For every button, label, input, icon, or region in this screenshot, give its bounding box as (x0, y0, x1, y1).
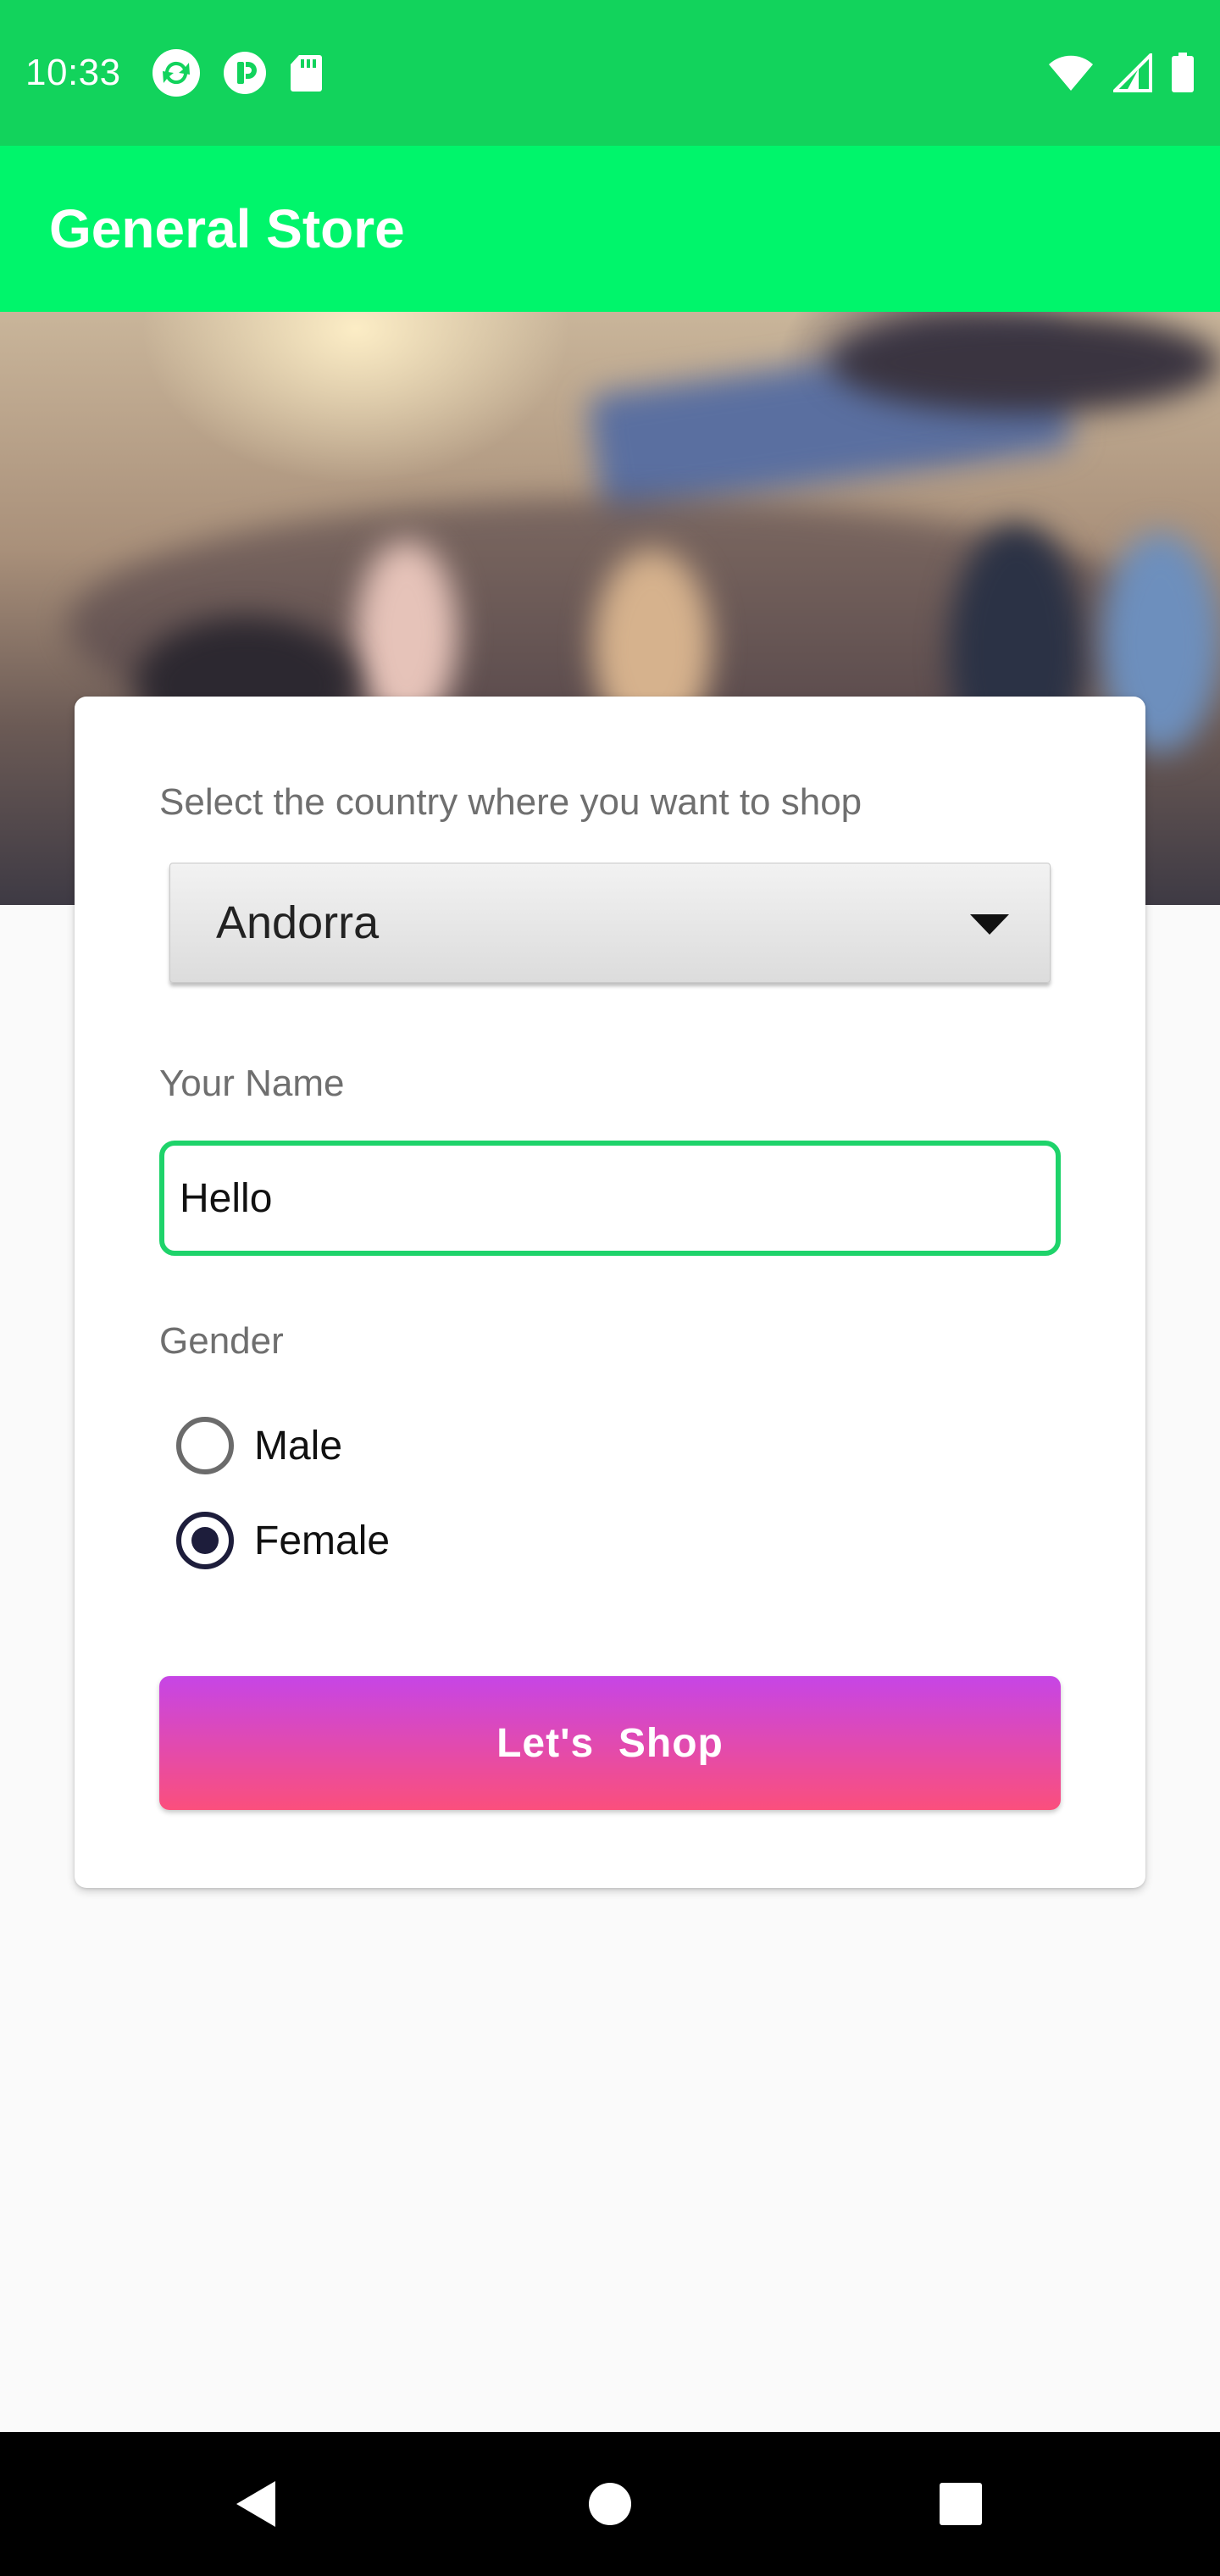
sd-card-icon (289, 53, 323, 92)
radio-label-male: Male (254, 1423, 343, 1468)
name-label: Your Name (159, 1063, 345, 1104)
cellular-signal-icon (1113, 53, 1152, 92)
recents-icon[interactable] (939, 2482, 983, 2526)
status-time: 10:33 (25, 52, 121, 93)
country-dropdown[interactable]: Andorra (169, 863, 1051, 983)
radio-female[interactable]: Female (176, 1507, 390, 1574)
app-bar: General Store (0, 146, 1220, 312)
pocket-casts-icon (223, 51, 267, 95)
sync-app-icon (152, 48, 201, 97)
dropdown-arrow-icon (970, 914, 1009, 935)
navigation-bar (0, 2432, 1220, 2576)
radio-male[interactable]: Male (176, 1412, 342, 1480)
country-value: Andorra (216, 897, 380, 948)
wifi-icon (1047, 54, 1095, 92)
back-icon[interactable] (235, 2479, 277, 2529)
system-icons (1047, 53, 1195, 93)
name-input[interactable] (180, 1174, 1056, 1222)
country-label: Select the country where you want to sho… (159, 781, 862, 823)
home-icon[interactable] (588, 2482, 632, 2526)
battery-icon (1171, 53, 1195, 93)
screen: 10:33 General Store Select the country w… (0, 0, 1220, 2576)
radio-button-unchecked[interactable] (176, 1417, 234, 1474)
lets-shop-button[interactable]: Let's Shop (159, 1676, 1061, 1810)
radio-label-female: Female (254, 1518, 391, 1563)
app-title: General Store (49, 198, 405, 259)
notification-icons (152, 48, 323, 97)
status-bar: 10:33 (0, 0, 1220, 146)
storefront-shape (830, 312, 1220, 414)
name-field[interactable] (159, 1141, 1061, 1256)
radio-button-checked[interactable] (176, 1512, 234, 1569)
form-card: Select the country where you want to sho… (75, 697, 1145, 1888)
gender-label: Gender (159, 1320, 284, 1362)
